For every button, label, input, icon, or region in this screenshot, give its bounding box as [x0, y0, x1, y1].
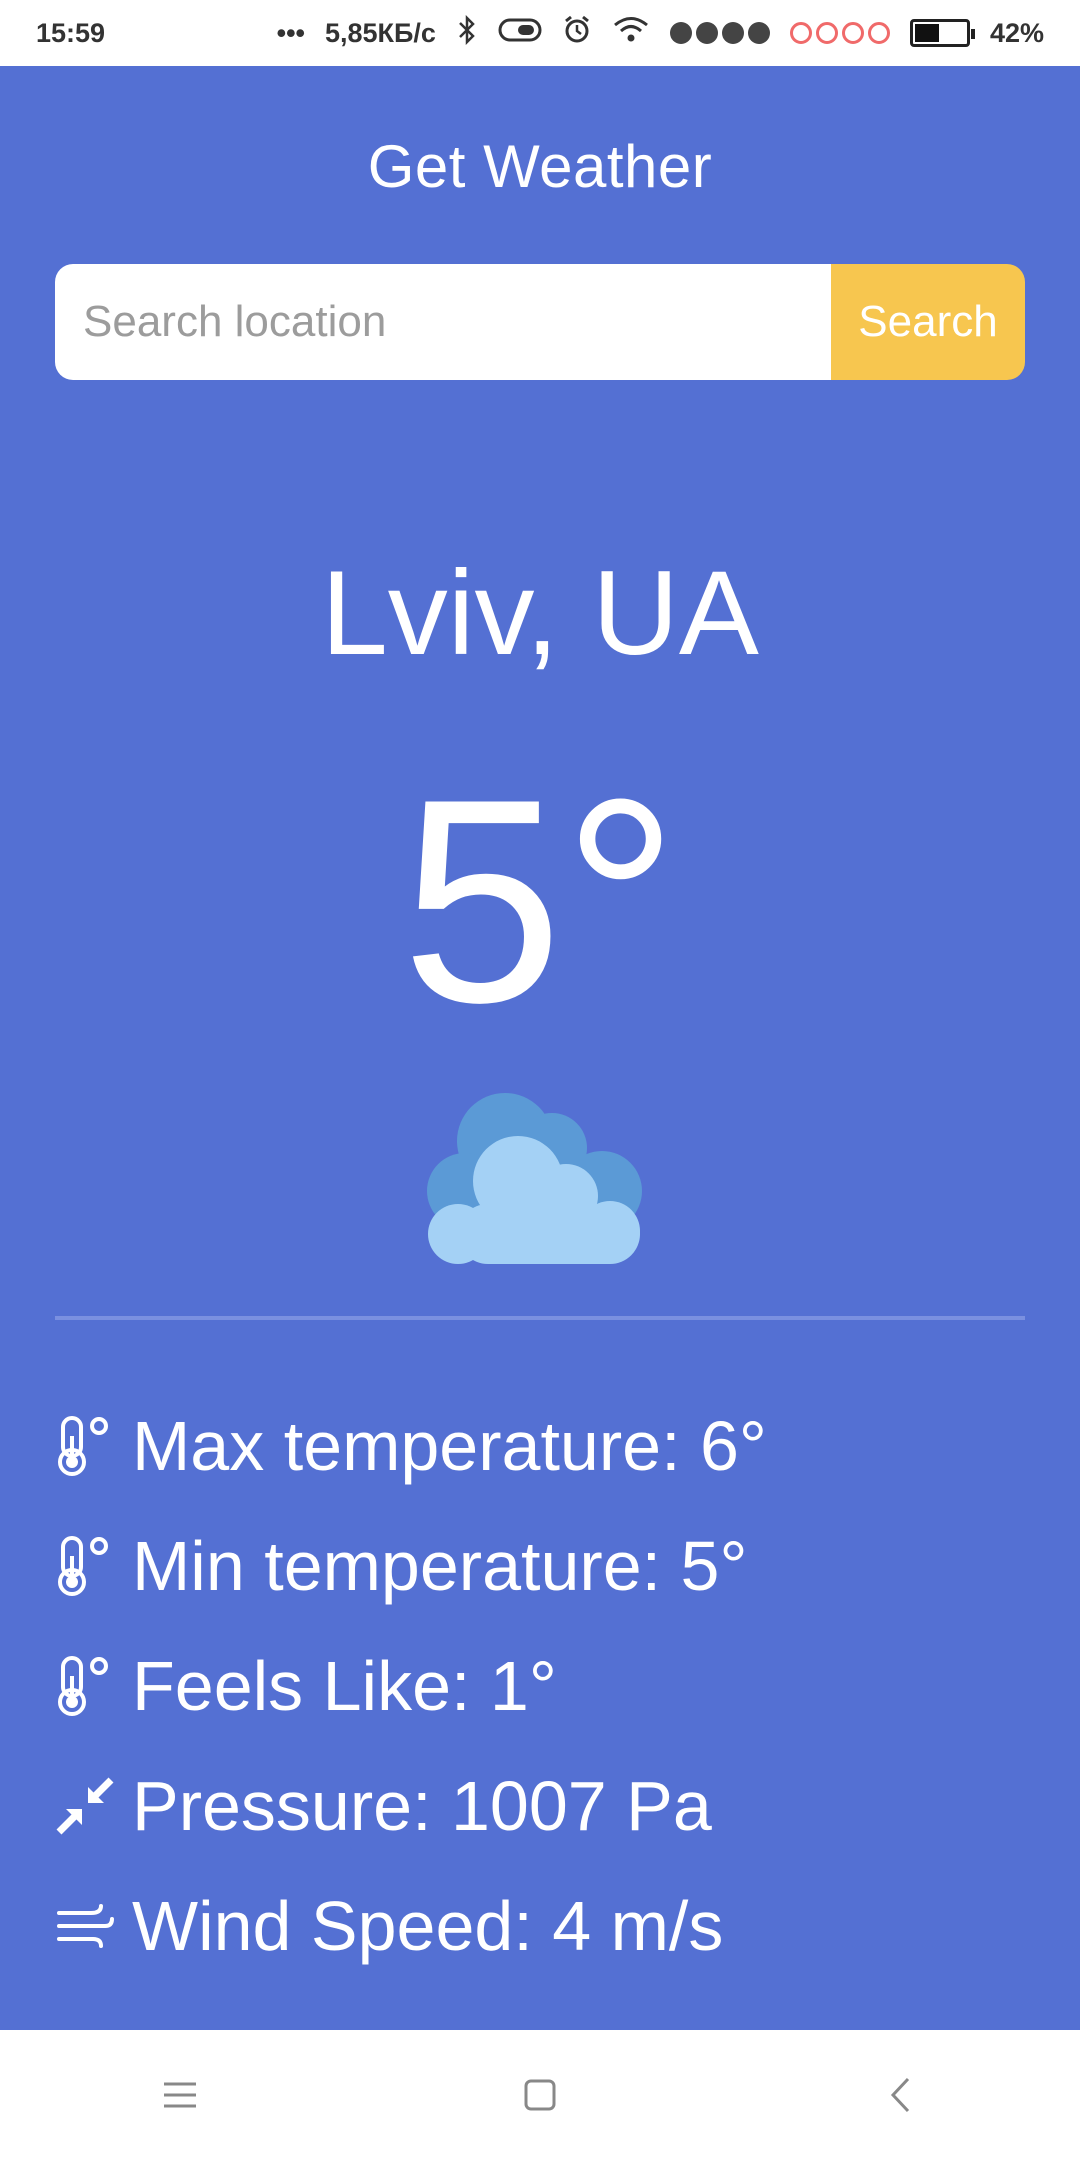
- location-name: Lviv, UA: [321, 546, 759, 680]
- navigation-bar: [0, 2030, 1080, 2160]
- search-input[interactable]: [55, 264, 831, 380]
- cloud-icon: [420, 1086, 660, 1286]
- status-time: 15:59: [36, 17, 106, 48]
- toggle-icon: [498, 17, 542, 50]
- stat-label: Wind Speed: 4 m/s: [132, 1887, 724, 1965]
- stat-label: Max temperature: 6°: [132, 1407, 767, 1485]
- network-speed: 5,85КБ/с: [325, 17, 436, 48]
- thermometer-icon: [55, 1531, 130, 1601]
- weather-app: Get Weather Search Lviv, UA 5°: [0, 66, 1080, 2030]
- thermometer-icon: [55, 1411, 130, 1481]
- stat-label: Pressure: 1007 Pa: [132, 1767, 712, 1845]
- more-notifications-icon: •••: [276, 17, 305, 48]
- wind-icon: [55, 1891, 130, 1961]
- stat-label: Feels Like: 1°: [132, 1647, 557, 1725]
- app-title: Get Weather: [367, 133, 713, 200]
- current-temperature: 5°: [401, 739, 679, 1063]
- back-chevron-icon[interactable]: [870, 2065, 930, 2125]
- weather-stats: Max temperature: 6° Min temperature: 5° …: [55, 1386, 1025, 1986]
- home-square-icon[interactable]: [510, 2065, 570, 2125]
- alarm-icon: [562, 15, 592, 52]
- search-bar: Search: [55, 264, 1025, 380]
- menu-icon[interactable]: [150, 2065, 210, 2125]
- status-indicators: ••• 5,85КБ/с 42%: [276, 14, 1044, 52]
- stat-pressure: Pressure: 1007 Pa: [55, 1746, 1025, 1866]
- wifi-icon: [612, 15, 650, 52]
- stat-label: Min temperature: 5°: [132, 1527, 748, 1605]
- status-bar: 15:59 ••• 5,85КБ/с 42%: [0, 0, 1080, 66]
- stat-feels-like: Feels Like: 1°: [55, 1626, 1025, 1746]
- battery-icon: [909, 19, 975, 47]
- signal-sim2-icon: [789, 22, 890, 44]
- search-button[interactable]: Search: [831, 264, 1025, 380]
- bluetooth-icon: [456, 14, 478, 52]
- signal-sim1-icon: [669, 22, 770, 44]
- stat-wind-speed: Wind Speed: 4 m/s: [55, 1866, 1025, 1986]
- battery-percent: 42%: [989, 17, 1044, 48]
- thermometer-icon: [55, 1651, 130, 1721]
- stat-min-temperature: Min temperature: 5°: [55, 1506, 1025, 1626]
- pressure-arrows-icon: [55, 1771, 130, 1841]
- stat-max-temperature: Max temperature: 6°: [55, 1386, 1025, 1506]
- divider: [55, 1316, 1025, 1320]
